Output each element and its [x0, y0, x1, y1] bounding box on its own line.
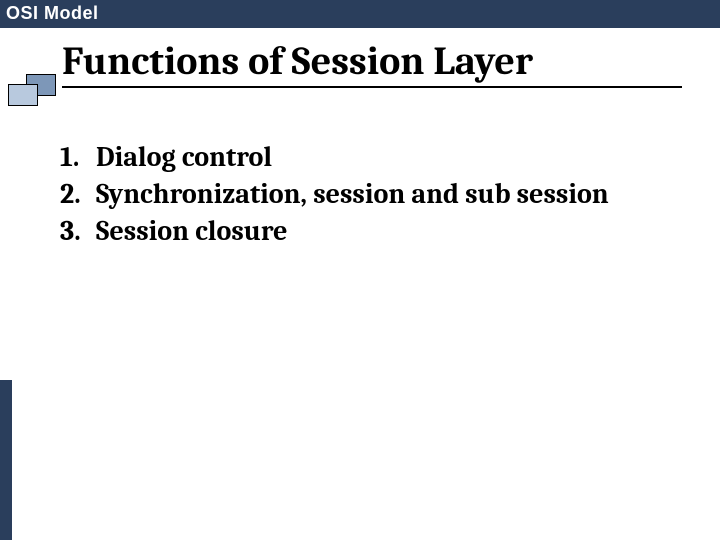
- side-accent-bar: [0, 380, 12, 540]
- title-container: Functions of Session Layer: [62, 38, 680, 88]
- list-item: Session closure: [40, 214, 660, 249]
- list-item: Dialog control: [40, 140, 660, 175]
- slide-heading: Functions of Session Layer: [62, 38, 682, 88]
- function-list: Dialog control Synchronization, session …: [40, 140, 660, 251]
- title-decoration: [8, 74, 66, 110]
- header-title: OSI Model: [6, 3, 99, 23]
- decor-square-front: [8, 84, 38, 106]
- header-bar: OSI Model: [0, 0, 720, 28]
- list-item: Synchronization, session and sub session: [40, 177, 660, 212]
